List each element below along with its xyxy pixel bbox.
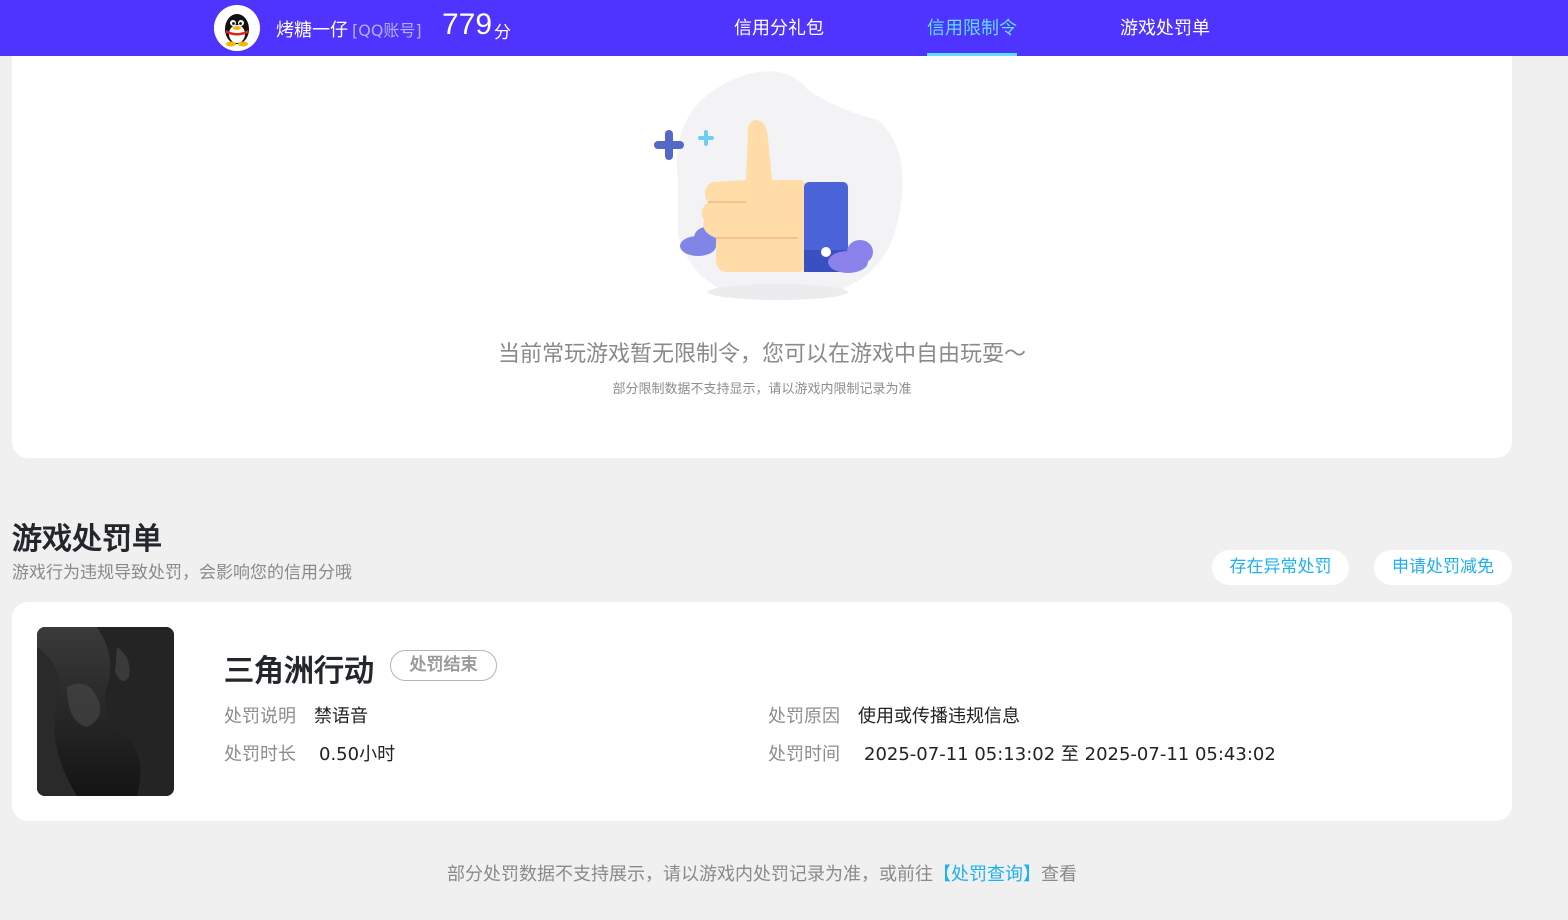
- thumbs-up-illustration: [638, 60, 918, 310]
- footer-note-text: 部分处罚数据不支持展示，请以游戏内处罚记录为准，或前往: [447, 864, 933, 885]
- penalty-desc-value: 禁语音: [314, 706, 368, 727]
- footer-note-suffix: 查看: [1041, 864, 1077, 885]
- qq-avatar[interactable]: [214, 5, 260, 51]
- appeal-penalty-button[interactable]: 申请处罚减免: [1374, 550, 1512, 585]
- game-cover-art: [37, 627, 174, 796]
- penalty-time-label: 处罚时间: [768, 744, 840, 765]
- abnormal-penalty-button[interactable]: 存在异常处罚: [1212, 550, 1349, 585]
- penalty-desc-label: 处罚说明: [224, 706, 296, 727]
- tab-credit-gift[interactable]: 信用分礼包: [734, 14, 824, 56]
- tab-game-penalty[interactable]: 游戏处罚单: [1120, 14, 1210, 56]
- penalty-query-link[interactable]: 【处罚查询】: [933, 864, 1041, 885]
- penalty-status-badge: 处罚结束: [390, 650, 497, 681]
- penalty-duration-value: 0.50小时: [319, 744, 396, 765]
- penalty-section-subtitle: 游戏行为违规导致处罚，会影响您的信用分哦: [12, 563, 352, 583]
- account-type-label: [QQ账号]: [352, 21, 422, 40]
- user-name-text: 烤糖一仔: [276, 20, 348, 41]
- penalty-card[interactable]: 三角洲行动 处罚结束 处罚说明 禁语音 处罚原因 使用或传播违规信息 处罚时长 …: [12, 602, 1512, 821]
- game-name: 三角洲行动: [224, 654, 374, 689]
- penalty-section-title: 游戏处罚单: [12, 522, 162, 557]
- penalty-reason-value: 使用或传播违规信息: [858, 706, 1020, 727]
- qq-penguin-icon: [214, 5, 260, 51]
- penalty-reason-label: 处罚原因: [768, 706, 840, 727]
- user-name: 烤糖一仔 [QQ账号]: [276, 16, 422, 42]
- empty-restriction-title: 当前常玩游戏暂无限制令，您可以在游戏中自由玩耍～: [497, 342, 1026, 367]
- penalty-time-value: 2025-07-11 05:13:02 至 2025-07-11 05:43:0…: [864, 744, 1276, 765]
- penalty-duration-label: 处罚时长: [224, 744, 296, 765]
- top-navigation-bar: 烤糖一仔 [QQ账号] 779 分 信用分礼包 信用限制令 游戏处罚单: [0, 0, 1568, 56]
- restriction-card: 当前常玩游戏暂无限制令，您可以在游戏中自由玩耍～ 部分限制数据不支持显示，请以游…: [12, 56, 1512, 458]
- credit-score: 779: [442, 8, 493, 41]
- game-cover-image: [37, 627, 174, 796]
- credit-score-unit: 分: [494, 23, 511, 43]
- footer-note: 部分处罚数据不支持展示，请以游戏内处罚记录为准，或前往【处罚查询】查看: [0, 860, 1524, 886]
- tab-credit-restriction[interactable]: 信用限制令: [927, 14, 1017, 56]
- empty-restriction-subtitle: 部分限制数据不支持显示，请以游戏内限制记录为准: [612, 382, 912, 397]
- thumbs-up-icon: [654, 69, 903, 301]
